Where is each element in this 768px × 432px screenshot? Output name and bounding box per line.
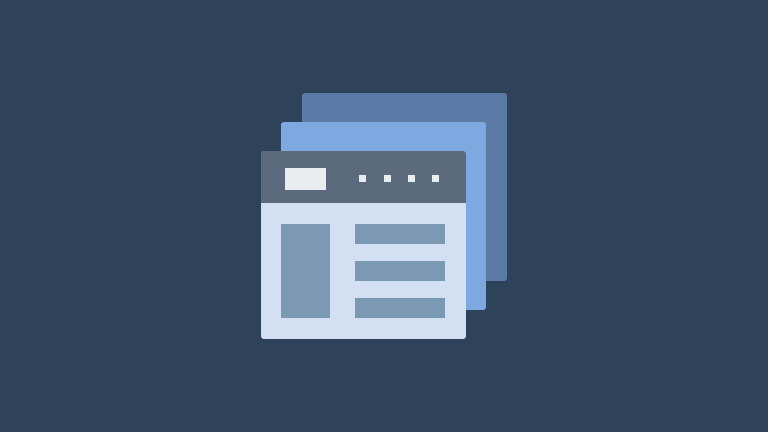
titlebar-dot-icon — [408, 175, 415, 182]
illustration-canvas — [0, 0, 768, 432]
content-line-placeholder — [355, 298, 445, 318]
content-line-placeholder — [355, 261, 445, 281]
titlebar-dot-icon — [359, 175, 366, 182]
titlebar-logo-block — [285, 168, 326, 190]
content-line-placeholder — [355, 224, 445, 244]
window-titlebar — [261, 151, 466, 203]
front-window-card — [261, 151, 466, 339]
window-sidebar-placeholder — [281, 224, 330, 318]
titlebar-dot-icon — [432, 175, 439, 182]
titlebar-dot-icon — [384, 175, 391, 182]
